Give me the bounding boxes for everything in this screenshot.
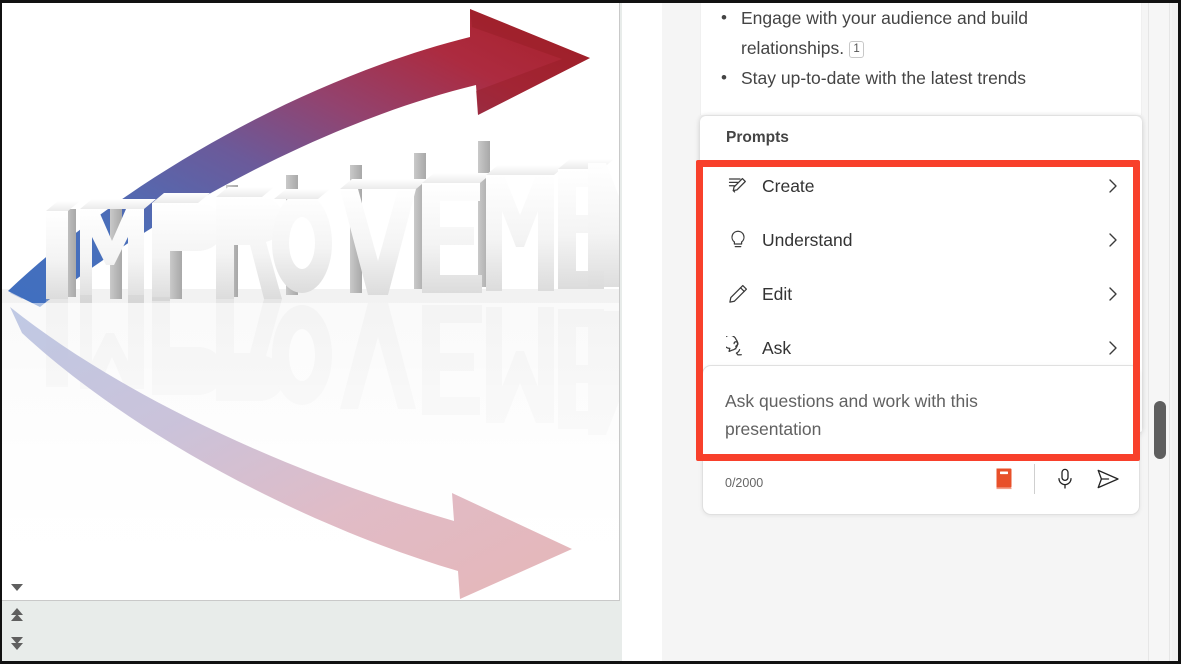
prompt-item-create[interactable]: Create <box>700 159 1142 213</box>
slide-image <box>2 3 619 600</box>
bullet-list: provides value to your audience.1 • Enga… <box>701 3 1141 93</box>
chat-input-box[interactable]: Ask questions and work with this present… <box>702 365 1140 515</box>
bullet-text: Stay up-to-date with the latest trends <box>741 68 1027 88</box>
send-button[interactable] <box>1093 464 1123 494</box>
prompt-label: Edit <box>762 283 793 304</box>
previous-slide-button[interactable] <box>2 601 32 629</box>
prompt-label: Create <box>762 175 815 196</box>
prompt-item-edit[interactable]: Edit <box>700 267 1142 321</box>
list-item: • Engage with your audience and build re… <box>717 3 1125 63</box>
prompt-item-understand[interactable]: Understand <box>700 213 1142 267</box>
application-window: provides value to your audience.1 • Enga… <box>0 0 1181 664</box>
pencil-lines-icon <box>726 172 756 200</box>
chat-input-placeholder[interactable]: Ask questions and work with this present… <box>725 387 1065 443</box>
lightbulb-icon <box>726 226 756 254</box>
action-separator <box>1034 464 1035 494</box>
next-slide-button[interactable] <box>2 629 32 657</box>
copilot-scrollbar[interactable] <box>1148 3 1170 661</box>
chevron-right-icon[interactable] <box>1102 175 1124 197</box>
chat-transcript[interactable]: provides value to your audience.1 • Enga… <box>700 3 1142 115</box>
copilot-pane: provides value to your audience.1 • Enga… <box>662 3 1178 661</box>
character-counter: 0/2000 <box>725 476 764 490</box>
slide-canvas[interactable] <box>2 3 620 601</box>
question-bubble-icon <box>726 334 756 362</box>
prompt-book-button[interactable] <box>989 464 1019 494</box>
copilot-scrollbar-thumb[interactable] <box>1154 401 1166 459</box>
prompt-label: Understand <box>762 229 853 250</box>
list-item: • Stay up-to-date with the latest trends <box>717 63 1125 93</box>
chevron-right-icon[interactable] <box>1102 283 1124 305</box>
scroll-down-button[interactable] <box>2 573 32 601</box>
pencil-icon <box>726 280 756 308</box>
bullet-marker: • <box>721 68 727 87</box>
citation-badge[interactable]: 1 <box>849 41 865 58</box>
prompts-title: Prompts <box>726 129 789 146</box>
bullet-marker: • <box>721 8 727 27</box>
window-outer-edge <box>1172 3 1178 661</box>
dictate-button[interactable] <box>1050 464 1080 494</box>
bullet-text: Engage with your audience and build rela… <box>741 8 1029 58</box>
chevron-right-icon[interactable] <box>1102 229 1124 251</box>
prompt-label: Ask <box>762 337 792 358</box>
chevron-right-icon[interactable] <box>1102 337 1124 359</box>
slide-editor-pane <box>2 3 622 661</box>
chat-input-actions <box>989 464 1123 494</box>
